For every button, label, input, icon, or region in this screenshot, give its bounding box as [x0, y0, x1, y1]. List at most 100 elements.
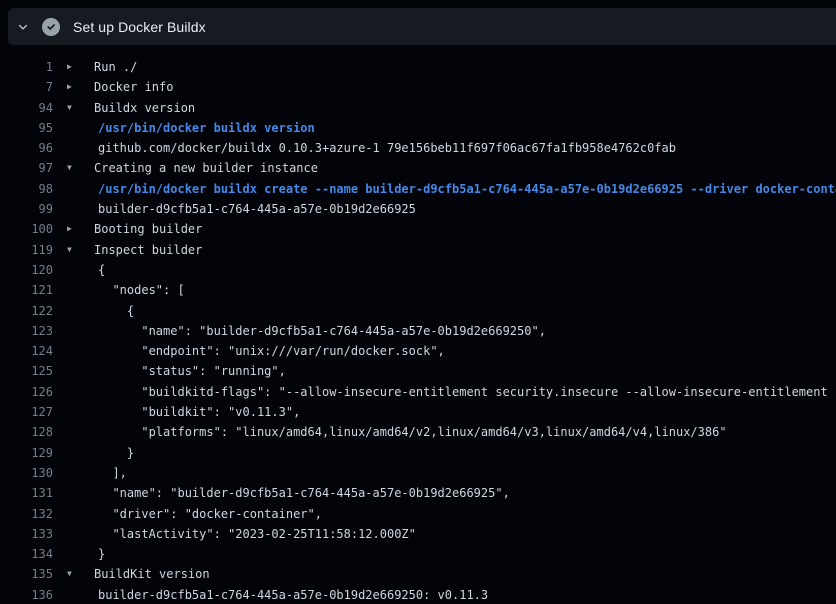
- log-line: 123 "name": "builder-d9cfb5a1-c764-445a-…: [0, 321, 836, 341]
- line-number[interactable]: 130: [0, 463, 53, 483]
- log-text: {: [94, 260, 105, 280]
- step-header[interactable]: Set up Docker Buildx: [8, 8, 836, 45]
- log-text: {: [94, 301, 134, 321]
- collapsed-triangle-icon: ▶: [53, 57, 94, 77]
- log-line: 128 "platforms": "linux/amd64,linux/amd6…: [0, 422, 836, 442]
- log-text: Creating a new builder instance: [94, 158, 318, 178]
- group-toggle-icon: [53, 138, 94, 158]
- line-number[interactable]: 100: [0, 219, 53, 239]
- group-toggle-icon: [53, 524, 94, 544]
- check-circle-icon: [42, 18, 60, 36]
- log-line[interactable]: 97 ▼ Creating a new builder instance: [0, 158, 836, 178]
- line-number[interactable]: 131: [0, 483, 53, 503]
- expanded-triangle-icon: ▼: [53, 98, 94, 118]
- log-text: "endpoint": "unix:///var/run/docker.sock…: [94, 341, 445, 361]
- line-number[interactable]: 120: [0, 260, 53, 280]
- log-text: }: [94, 443, 134, 463]
- log-text: "buildkitd-flags": "--allow-insecure-ent…: [94, 382, 836, 402]
- log-line[interactable]: 119 ▼ Inspect builder: [0, 240, 836, 260]
- log-text: /usr/bin/docker buildx create --name bui…: [94, 179, 836, 199]
- log-text: builder-d9cfb5a1-c764-445a-a57e-0b19d2e6…: [94, 585, 488, 604]
- line-number[interactable]: 121: [0, 280, 53, 300]
- line-number[interactable]: 1: [0, 57, 53, 77]
- log-text: "driver": "docker-container",: [94, 504, 322, 524]
- collapsed-triangle-icon: ▶: [53, 219, 94, 239]
- chevron-down-icon[interactable]: [17, 21, 29, 33]
- log-line: 133 "lastActivity": "2023-02-25T11:58:12…: [0, 524, 836, 544]
- log-line: 132 "driver": "docker-container",: [0, 504, 836, 524]
- log-text: Docker info: [94, 77, 173, 97]
- group-toggle-icon: [53, 260, 94, 280]
- line-number[interactable]: 119: [0, 240, 53, 260]
- log-text: github.com/docker/buildx 0.10.3+azure-1 …: [94, 138, 676, 158]
- log-line: 99 builder-d9cfb5a1-c764-445a-a57e-0b19d…: [0, 199, 836, 219]
- log-text: Run ./: [94, 57, 137, 77]
- line-number[interactable]: 128: [0, 422, 53, 442]
- log-line: 129 }: [0, 443, 836, 463]
- group-toggle-icon: [53, 361, 94, 381]
- log-line[interactable]: 1 ▶ Run ./: [0, 57, 836, 77]
- log-line[interactable]: 135 ▼ BuildKit version: [0, 564, 836, 584]
- log-text: Booting builder: [94, 219, 202, 239]
- expanded-triangle-icon: ▼: [53, 158, 94, 178]
- log-text: builder-d9cfb5a1-c764-445a-a57e-0b19d2e6…: [94, 199, 416, 219]
- group-toggle-icon: [53, 443, 94, 463]
- group-toggle-icon: [53, 544, 94, 564]
- log-text: ],: [94, 463, 127, 483]
- group-toggle-icon: [53, 483, 94, 503]
- line-number[interactable]: 135: [0, 564, 53, 584]
- log-text: BuildKit version: [94, 564, 210, 584]
- group-toggle-icon: [53, 382, 94, 402]
- log-line: 121 "nodes": [: [0, 280, 836, 300]
- log-line: 122 {: [0, 301, 836, 321]
- log-text: "status": "running",: [94, 361, 286, 381]
- line-number[interactable]: 133: [0, 524, 53, 544]
- log-line: 134 }: [0, 544, 836, 564]
- group-toggle-icon: [53, 585, 94, 604]
- line-number[interactable]: 125: [0, 361, 53, 381]
- line-number[interactable]: 97: [0, 158, 53, 178]
- log-text: /usr/bin/docker buildx version: [94, 118, 315, 138]
- line-number[interactable]: 94: [0, 98, 53, 118]
- log-line: 136 builder-d9cfb5a1-c764-445a-a57e-0b19…: [0, 585, 836, 604]
- line-number[interactable]: 124: [0, 341, 53, 361]
- line-number[interactable]: 7: [0, 77, 53, 97]
- line-number[interactable]: 129: [0, 443, 53, 463]
- log-text: "name": "builder-d9cfb5a1-c764-445a-a57e…: [94, 483, 510, 503]
- expanded-triangle-icon: ▼: [53, 564, 94, 584]
- log-line[interactable]: 94 ▼ Buildx version: [0, 98, 836, 118]
- group-toggle-icon: [53, 199, 94, 219]
- line-number[interactable]: 127: [0, 402, 53, 422]
- log-line: 130 ],: [0, 463, 836, 483]
- line-number[interactable]: 122: [0, 301, 53, 321]
- log-text: Buildx version: [94, 98, 195, 118]
- log-text: "nodes": [: [94, 280, 185, 300]
- log-line: 124 "endpoint": "unix:///var/run/docker.…: [0, 341, 836, 361]
- group-toggle-icon: [53, 504, 94, 524]
- log-text: "buildkit": "v0.11.3",: [94, 402, 300, 422]
- log-text: Inspect builder: [94, 240, 202, 260]
- line-number[interactable]: 134: [0, 544, 53, 564]
- line-number[interactable]: 95: [0, 118, 53, 138]
- log-line: 131 "name": "builder-d9cfb5a1-c764-445a-…: [0, 483, 836, 503]
- group-toggle-icon: [53, 179, 94, 199]
- group-toggle-icon: [53, 463, 94, 483]
- line-number[interactable]: 96: [0, 138, 53, 158]
- line-number[interactable]: 99: [0, 199, 53, 219]
- line-number[interactable]: 126: [0, 382, 53, 402]
- line-number[interactable]: 98: [0, 179, 53, 199]
- group-toggle-icon: [53, 321, 94, 341]
- group-toggle-icon: [53, 301, 94, 321]
- log-text: "lastActivity": "2023-02-25T11:58:12.000…: [94, 524, 416, 544]
- expanded-triangle-icon: ▼: [53, 240, 94, 260]
- log-line: 125 "status": "running",: [0, 361, 836, 381]
- collapsed-triangle-icon: ▶: [53, 77, 94, 97]
- log-line: 126 "buildkitd-flags": "--allow-insecure…: [0, 382, 836, 402]
- line-number[interactable]: 132: [0, 504, 53, 524]
- line-number[interactable]: 136: [0, 585, 53, 604]
- group-toggle-icon: [53, 118, 94, 138]
- log-line[interactable]: 7 ▶ Docker info: [0, 77, 836, 97]
- log-text: "name": "builder-d9cfb5a1-c764-445a-a57e…: [94, 321, 546, 341]
- line-number[interactable]: 123: [0, 321, 53, 341]
- log-line[interactable]: 100 ▶ Booting builder: [0, 219, 836, 239]
